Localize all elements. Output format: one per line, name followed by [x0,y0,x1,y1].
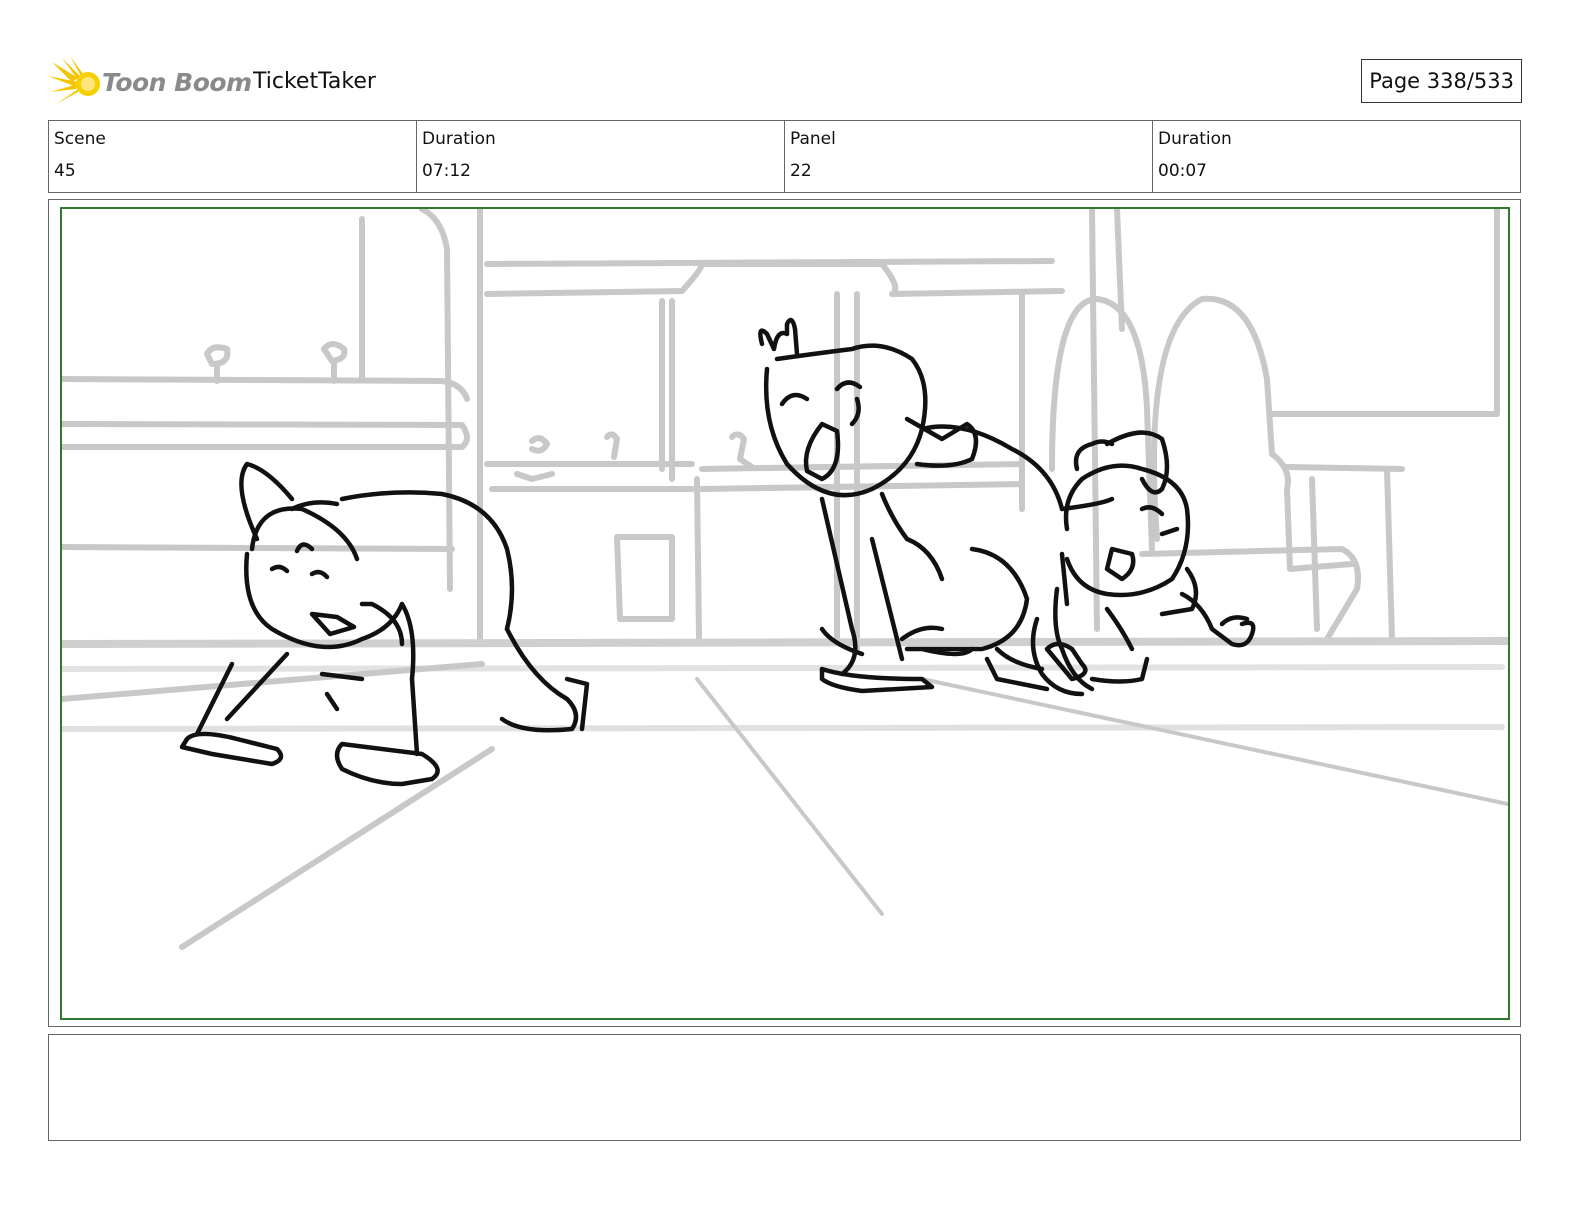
scene-label: Scene [54,129,106,149]
page-header: Toon Boom TicketTaker Page 338/533 [48,52,1522,112]
scene-value: 45 [54,161,76,181]
page-indicator: Page 338/533 [1361,59,1522,103]
panel-cell: Panel 22 [785,121,1153,192]
scene-duration-cell: Duration 07:12 [417,121,785,192]
scene-duration-label: Duration [422,129,496,149]
panel-frame [48,199,1521,1027]
background-sketch [62,209,1508,950]
scene-duration-value: 07:12 [422,161,471,181]
storyboard-sketch [62,209,1508,950]
project-title: TicketTaker [253,69,376,94]
panel-value: 22 [790,161,812,181]
panel-notes-box [48,1034,1521,1141]
panel-duration-label: Duration [1158,129,1232,149]
panel-label: Panel [790,129,836,149]
panel-safe-area [60,207,1510,1020]
starburst-icon [48,56,100,104]
scene-cell: Scene 45 [49,121,417,192]
panel-info-table: Scene 45 Duration 07:12 Panel 22 Duratio… [48,120,1521,193]
panel-duration-value: 00:07 [1158,161,1207,181]
logo-text: Toon Boom [102,68,252,97]
panel-duration-cell: Duration 00:07 [1153,121,1520,192]
toon-boom-logo: Toon Boom [48,56,252,108]
